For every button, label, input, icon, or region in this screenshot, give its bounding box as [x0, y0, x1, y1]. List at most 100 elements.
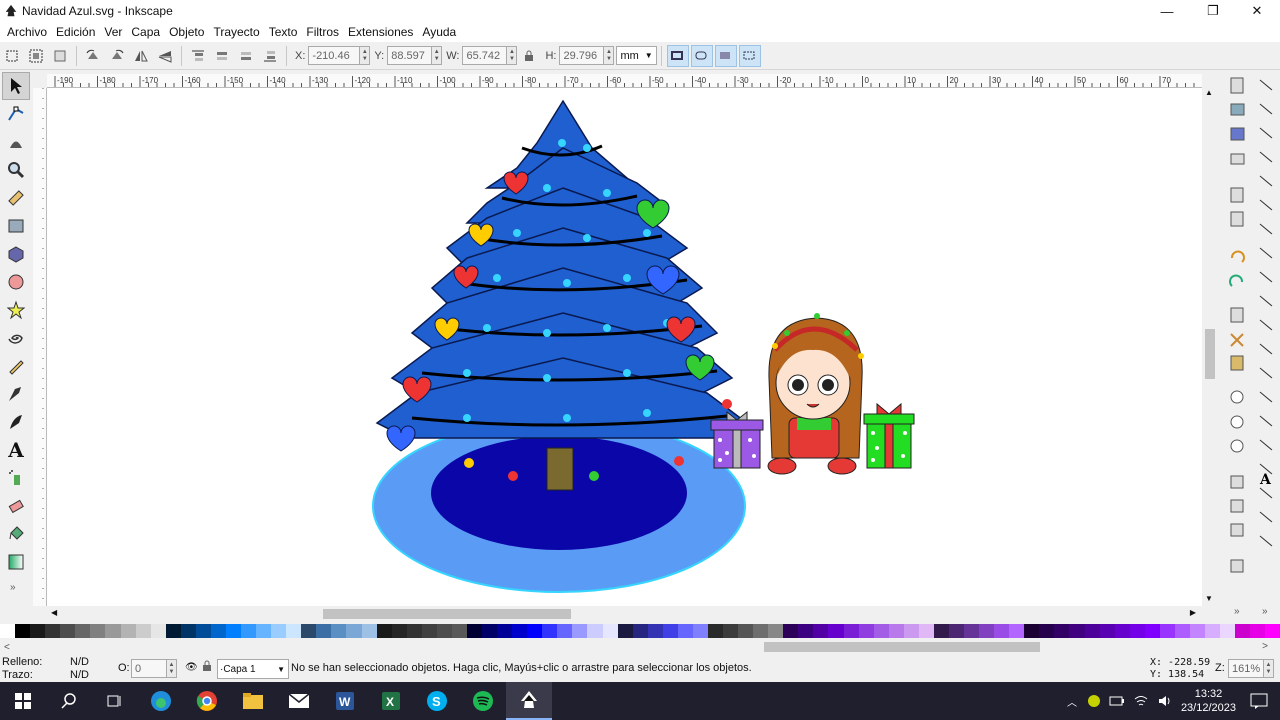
ellipse-tool-icon[interactable] — [2, 268, 30, 296]
menu-ayuda[interactable]: Ayuda — [422, 25, 456, 39]
lock-ratio-icon[interactable] — [518, 45, 540, 67]
horizontal-scroll-thumb[interactable] — [323, 609, 571, 619]
palette-swatch[interactable] — [1099, 624, 1115, 638]
palette-swatch[interactable] — [256, 624, 272, 638]
palette-swatch[interactable] — [361, 624, 377, 638]
palette-swatch[interactable] — [1129, 624, 1145, 638]
girl-character[interactable] — [767, 313, 864, 475]
palette-swatch[interactable] — [692, 624, 708, 638]
green-gift[interactable] — [863, 402, 915, 469]
palette-swatch[interactable] — [436, 624, 452, 638]
w-spin-arrows[interactable]: ▲ ▼ — [507, 46, 518, 65]
menu-extensiones[interactable]: Extensiones — [348, 25, 413, 39]
palette-swatch[interactable] — [828, 624, 844, 638]
search-icon[interactable] — [46, 682, 92, 720]
notifications-icon[interactable] — [1250, 693, 1268, 709]
palette-swatch[interactable] — [150, 624, 166, 638]
fill-value[interactable]: N/D — [70, 656, 89, 668]
palette-swatch[interactable] — [632, 624, 648, 638]
menu-archivo[interactable]: Archivo — [7, 25, 47, 39]
palette-swatch[interactable] — [105, 624, 121, 638]
palette-swatch[interactable] — [1220, 624, 1236, 638]
palette-swatch[interactable] — [75, 624, 91, 638]
3d-box-tool-icon[interactable] — [2, 240, 30, 268]
palette-swatch[interactable] — [180, 624, 196, 638]
task-view-icon[interactable] — [92, 682, 138, 720]
palette-swatch[interactable] — [1250, 624, 1266, 638]
selector-tool-icon[interactable] — [2, 72, 30, 100]
text-tool-icon[interactable]: A — [2, 436, 30, 464]
palette-swatch[interactable] — [768, 624, 784, 638]
x-spin-arrows[interactable]: ▲ ▼ — [360, 46, 371, 65]
scroll-right-icon[interactable]: ▶ — [1190, 608, 1196, 617]
palette-swatch[interactable] — [482, 624, 498, 638]
palette-swatch[interactable] — [918, 624, 934, 638]
palette-swatch[interactable] — [738, 624, 754, 638]
palette-swatch[interactable] — [948, 624, 964, 638]
palette-swatch[interactable] — [165, 624, 181, 638]
menu-trayecto[interactable]: Trayecto — [213, 25, 259, 39]
palette-swatch[interactable] — [888, 624, 904, 638]
palette-swatch[interactable] — [466, 624, 482, 638]
word-icon[interactable]: W — [322, 682, 368, 720]
vertical-scrollbar[interactable]: ▲ ▼ — [1202, 74, 1218, 606]
palette-swatch[interactable] — [1069, 624, 1085, 638]
zoom-input[interactable] — [1228, 659, 1264, 678]
palette-swatch[interactable] — [421, 624, 437, 638]
palette-swatch[interactable] — [241, 624, 257, 638]
palette-swatch[interactable] — [1159, 624, 1175, 638]
palette-swatch[interactable] — [617, 624, 633, 638]
calligraphy-tool-icon[interactable] — [2, 408, 30, 436]
palette-swatch[interactable] — [406, 624, 422, 638]
star-tool-icon[interactable] — [2, 296, 30, 324]
zoom-tool-icon[interactable] — [2, 156, 30, 184]
deselect-icon[interactable] — [49, 45, 71, 67]
palette-swatch[interactable] — [286, 624, 302, 638]
spotify-icon[interactable] — [460, 682, 506, 720]
maximize-button[interactable]: ❐ — [1190, 0, 1236, 22]
menu-objeto[interactable]: Objeto — [169, 25, 204, 39]
excel-icon[interactable]: X — [368, 682, 414, 720]
palette-swatch[interactable] — [60, 624, 76, 638]
palette-swatch[interactable] — [195, 624, 211, 638]
layer-select[interactable]: ·Capa 1 ▼ — [217, 659, 289, 679]
palette-swatch[interactable] — [376, 624, 392, 638]
palette-swatch[interactable] — [210, 624, 226, 638]
paint-bucket-tool-icon[interactable] — [2, 520, 30, 548]
palette-swatch[interactable] — [15, 624, 31, 638]
palette-swatch[interactable] — [798, 624, 814, 638]
palette-swatch[interactable] — [858, 624, 874, 638]
menu-ver[interactable]: Ver — [104, 25, 122, 39]
palette-swatch[interactable] — [527, 624, 543, 638]
stroke-value[interactable]: N/D — [70, 669, 89, 681]
palette-swatch[interactable] — [542, 624, 558, 638]
chrome-icon[interactable] — [184, 682, 230, 720]
h-spin-arrows[interactable]: ▲ ▼ — [604, 46, 615, 65]
palette-swatch[interactable] — [135, 624, 151, 638]
spiral-tool-icon[interactable] — [2, 324, 30, 352]
edge-icon[interactable] — [138, 682, 184, 720]
purple-gift[interactable] — [710, 410, 764, 469]
y-input[interactable] — [387, 46, 433, 65]
skype-icon[interactable]: S — [414, 682, 460, 720]
drawing-canvas[interactable] — [47, 88, 1202, 606]
y-spin-arrows[interactable]: ▲ ▼ — [432, 46, 443, 65]
eraser-tool-icon[interactable] — [2, 492, 30, 520]
palette-swatch[interactable] — [1024, 624, 1040, 638]
opacity-input[interactable] — [131, 659, 167, 678]
palette-swatch[interactable] — [497, 624, 513, 638]
palette-swatch[interactable] — [873, 624, 889, 638]
volume-icon[interactable] — [1157, 694, 1173, 708]
christmas-tree[interactable] — [375, 99, 749, 439]
menu-edicion[interactable]: Edición — [56, 25, 95, 39]
palette-swatch[interactable] — [1114, 624, 1130, 638]
w-field[interactable]: ▲▼ — [462, 46, 518, 65]
menu-capa[interactable]: Capa — [131, 25, 160, 39]
palette-swatch[interactable] — [271, 624, 287, 638]
pencil-tool-icon[interactable] — [2, 352, 30, 380]
transform-patterns-icon[interactable] — [738, 44, 761, 67]
clock[interactable]: 13:32 23/12/2023 — [1181, 687, 1236, 715]
menu-texto[interactable]: Texto — [269, 25, 298, 39]
palette-swatch[interactable] — [979, 624, 995, 638]
zoom-spin-arrows[interactable]: ▲ ▼ — [1264, 659, 1274, 678]
